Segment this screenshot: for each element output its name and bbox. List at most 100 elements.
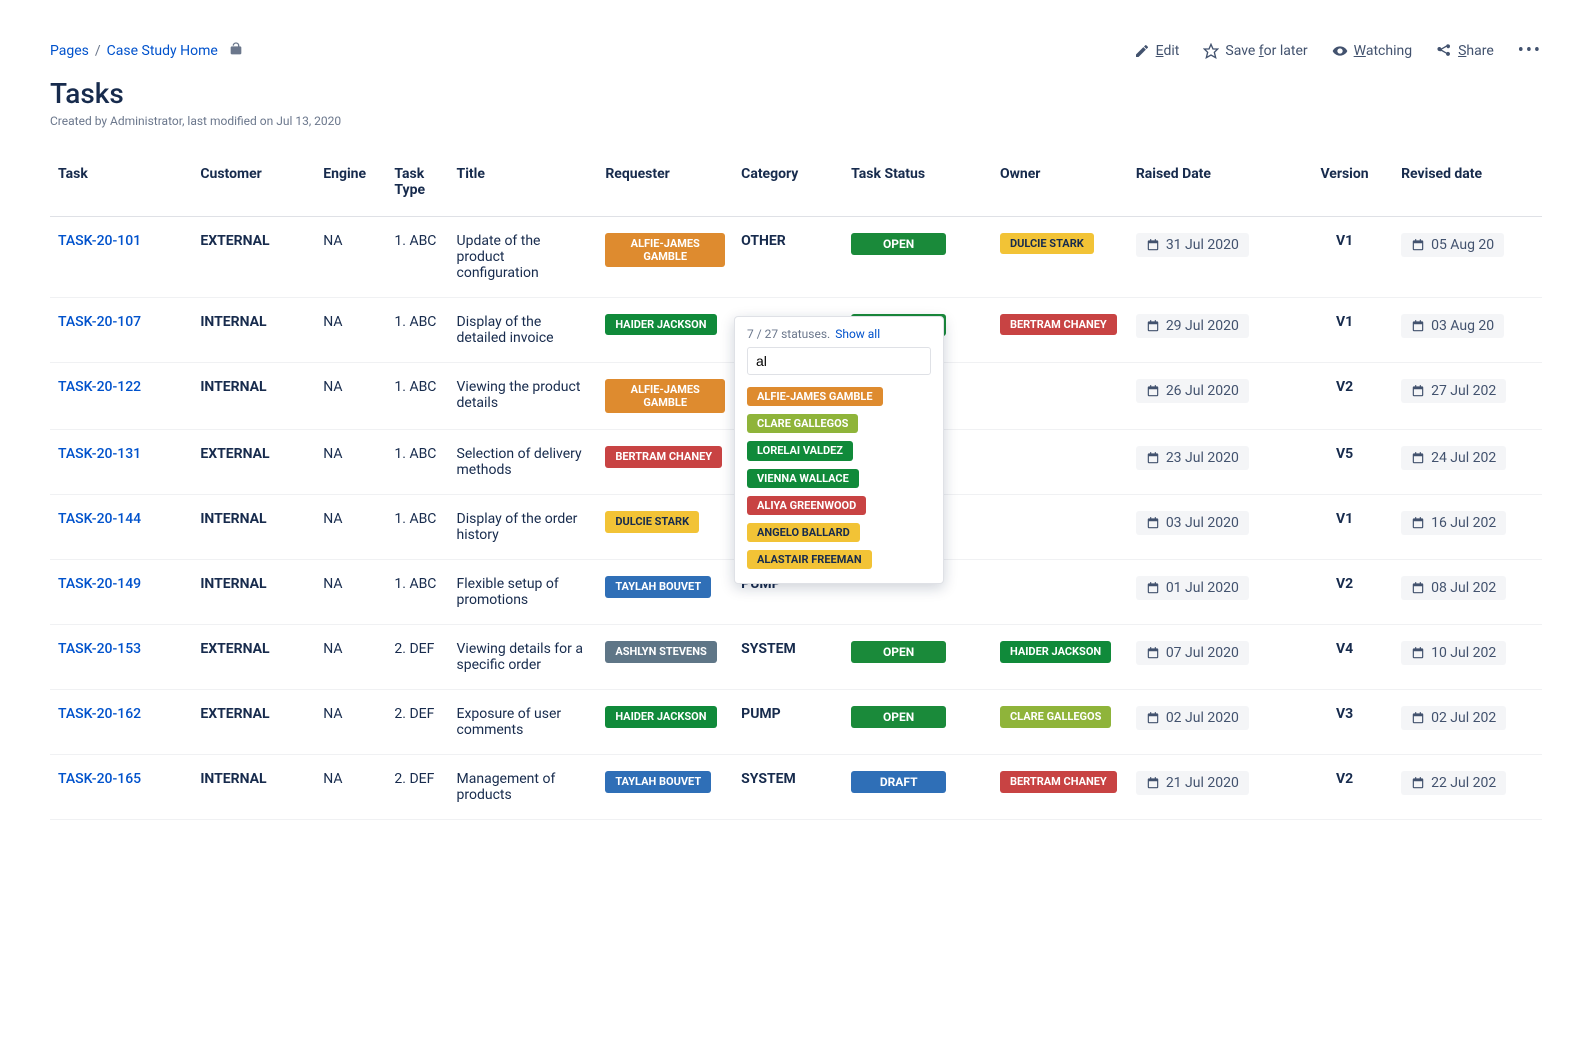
th-status[interactable]: Task Status — [843, 156, 992, 217]
calendar-icon — [1411, 384, 1425, 398]
revised-date[interactable]: 16 Jul 202 — [1401, 511, 1506, 535]
filter-option[interactable]: LORELAI VALDEZ — [747, 441, 853, 460]
task-link[interactable]: TASK-20-122 — [58, 379, 141, 395]
calendar-icon — [1411, 711, 1425, 725]
th-title[interactable]: Title — [449, 156, 598, 217]
revised-date[interactable]: 08 Jul 202 — [1401, 576, 1506, 600]
engine-value: NA — [315, 755, 386, 820]
engine-value: NA — [315, 560, 386, 625]
status-badge[interactable]: DRAFT — [851, 771, 946, 793]
raised-date[interactable]: 07 Jul 2020 — [1136, 641, 1249, 665]
requester-badge[interactable]: HAIDER JACKSON — [605, 706, 716, 727]
status-badge[interactable]: OPEN — [851, 706, 946, 728]
engine-value: NA — [315, 363, 386, 430]
status-badge[interactable]: OPEN — [851, 641, 946, 663]
filter-show-all[interactable]: Show all — [835, 327, 880, 341]
breadcrumb-home[interactable]: Case Study Home — [107, 43, 218, 59]
revised-date[interactable]: 24 Jul 202 — [1401, 446, 1506, 470]
task-link[interactable]: TASK-20-101 — [58, 233, 141, 249]
filter-popup[interactable]: 7 / 27 statuses. Show all ALFIE-JAMES GA… — [734, 316, 944, 584]
task-link[interactable]: TASK-20-165 — [58, 771, 141, 787]
filter-status-count: 7 / 27 statuses. Show all — [747, 327, 931, 341]
revised-date[interactable]: 27 Jul 202 — [1401, 379, 1506, 403]
category-value: OTHER — [741, 233, 786, 249]
raised-date[interactable]: 29 Jul 2020 — [1136, 314, 1249, 338]
raised-date[interactable]: 23 Jul 2020 — [1136, 446, 1249, 470]
revised-date[interactable]: 03 Aug 20 — [1401, 314, 1504, 338]
th-customer[interactable]: Customer — [192, 156, 315, 217]
task-link[interactable]: TASK-20-153 — [58, 641, 141, 657]
requester-badge[interactable]: DULCIE STARK — [605, 511, 699, 532]
raised-date[interactable]: 01 Jul 2020 — [1136, 576, 1249, 600]
raised-date[interactable]: 26 Jul 2020 — [1136, 379, 1249, 403]
filter-option[interactable]: ALASTAIR FREEMAN — [747, 550, 872, 569]
unlock-icon[interactable] — [228, 41, 244, 61]
watching-button[interactable]: Watching — [1332, 43, 1412, 59]
title-value: Management of products — [449, 755, 598, 820]
customer-value: INTERNAL — [200, 511, 266, 527]
raised-date[interactable]: 03 Jul 2020 — [1136, 511, 1249, 535]
raised-date[interactable]: 21 Jul 2020 — [1136, 771, 1249, 795]
status-badge[interactable]: OPEN — [851, 233, 946, 255]
title-value: Display of the detailed invoice — [449, 298, 598, 363]
raised-date[interactable]: 02 Jul 2020 — [1136, 706, 1249, 730]
save-button[interactable]: Save for later — [1203, 43, 1307, 59]
calendar-icon — [1411, 319, 1425, 333]
th-task[interactable]: Task — [50, 156, 192, 217]
type-value: 2. DEF — [386, 625, 448, 690]
owner-badge[interactable]: DULCIE STARK — [1000, 233, 1094, 254]
requester-badge[interactable]: BERTRAM CHANEY — [605, 446, 722, 467]
title-value: Viewing the product details — [449, 363, 598, 430]
th-category[interactable]: Category — [733, 156, 843, 217]
customer-value: EXTERNAL — [200, 233, 269, 249]
filter-option[interactable]: VIENNA WALLACE — [747, 469, 859, 488]
owner-badge[interactable]: BERTRAM CHANEY — [1000, 314, 1117, 335]
filter-option-list: ALFIE-JAMES GAMBLE CLARE GALLEGOS LORELAI … — [747, 387, 931, 569]
owner-badge[interactable]: BERTRAM CHANEY — [1000, 771, 1117, 792]
th-engine[interactable]: Engine — [315, 156, 386, 217]
page-actions: Edit Save for later Watching Share ••• — [1134, 40, 1542, 61]
calendar-icon — [1411, 451, 1425, 465]
filter-search-input[interactable] — [747, 347, 931, 375]
task-link[interactable]: TASK-20-131 — [58, 446, 141, 462]
th-owner[interactable]: Owner — [992, 156, 1128, 217]
th-version[interactable]: Version — [1296, 156, 1393, 217]
calendar-icon — [1411, 581, 1425, 595]
revised-date[interactable]: 05 Aug 20 — [1401, 233, 1504, 257]
title-value: Selection of delivery methods — [449, 430, 598, 495]
requester-badge[interactable]: TAYLAH BOUVET — [605, 576, 711, 597]
th-type[interactable]: Task Type — [386, 156, 448, 217]
revised-date[interactable]: 02 Jul 202 — [1401, 706, 1506, 730]
revised-date[interactable]: 22 Jul 202 — [1401, 771, 1506, 795]
filter-option[interactable]: CLARE GALLEGOS — [747, 414, 858, 433]
share-button[interactable]: Share — [1436, 43, 1494, 59]
filter-option[interactable]: ALFIE-JAMES GAMBLE — [747, 387, 883, 406]
filter-option[interactable]: ALIYA GREENWOOD — [747, 496, 866, 515]
task-link[interactable]: TASK-20-107 — [58, 314, 141, 330]
page-meta: Created by Administrator, last modified … — [50, 114, 1542, 128]
task-link[interactable]: TASK-20-162 — [58, 706, 141, 722]
requester-badge[interactable]: ALFIE-JAMES GAMBLE — [605, 379, 725, 413]
th-requester[interactable]: Requester — [597, 156, 733, 217]
task-link[interactable]: TASK-20-149 — [58, 576, 141, 592]
th-raised[interactable]: Raised Date — [1128, 156, 1296, 217]
th-revised[interactable]: Revised date — [1393, 156, 1542, 217]
requester-badge[interactable]: ALFIE-JAMES GAMBLE — [605, 233, 725, 267]
requester-badge[interactable]: HAIDER JACKSON — [605, 314, 716, 335]
owner-badge[interactable]: CLARE GALLEGOS — [1000, 706, 1111, 727]
engine-value: NA — [315, 495, 386, 560]
raised-date[interactable]: 31 Jul 2020 — [1136, 233, 1249, 257]
more-menu-button[interactable]: ••• — [1518, 40, 1542, 61]
calendar-icon — [1411, 776, 1425, 790]
revised-date[interactable]: 10 Jul 202 — [1401, 641, 1506, 665]
type-value: 1. ABC — [386, 495, 448, 560]
edit-button[interactable]: Edit — [1134, 43, 1180, 59]
task-link[interactable]: TASK-20-144 — [58, 511, 141, 527]
breadcrumb-pages[interactable]: Pages — [50, 43, 89, 59]
owner-badge[interactable]: HAIDER JACKSON — [1000, 641, 1111, 662]
title-value: Display of the order history — [449, 495, 598, 560]
requester-badge[interactable]: TAYLAH BOUVET — [605, 771, 711, 792]
version-value: V1 — [1304, 511, 1385, 527]
filter-option[interactable]: ANGELO BALLARD — [747, 523, 860, 542]
requester-badge[interactable]: ASHLYN STEVENS — [605, 641, 716, 662]
